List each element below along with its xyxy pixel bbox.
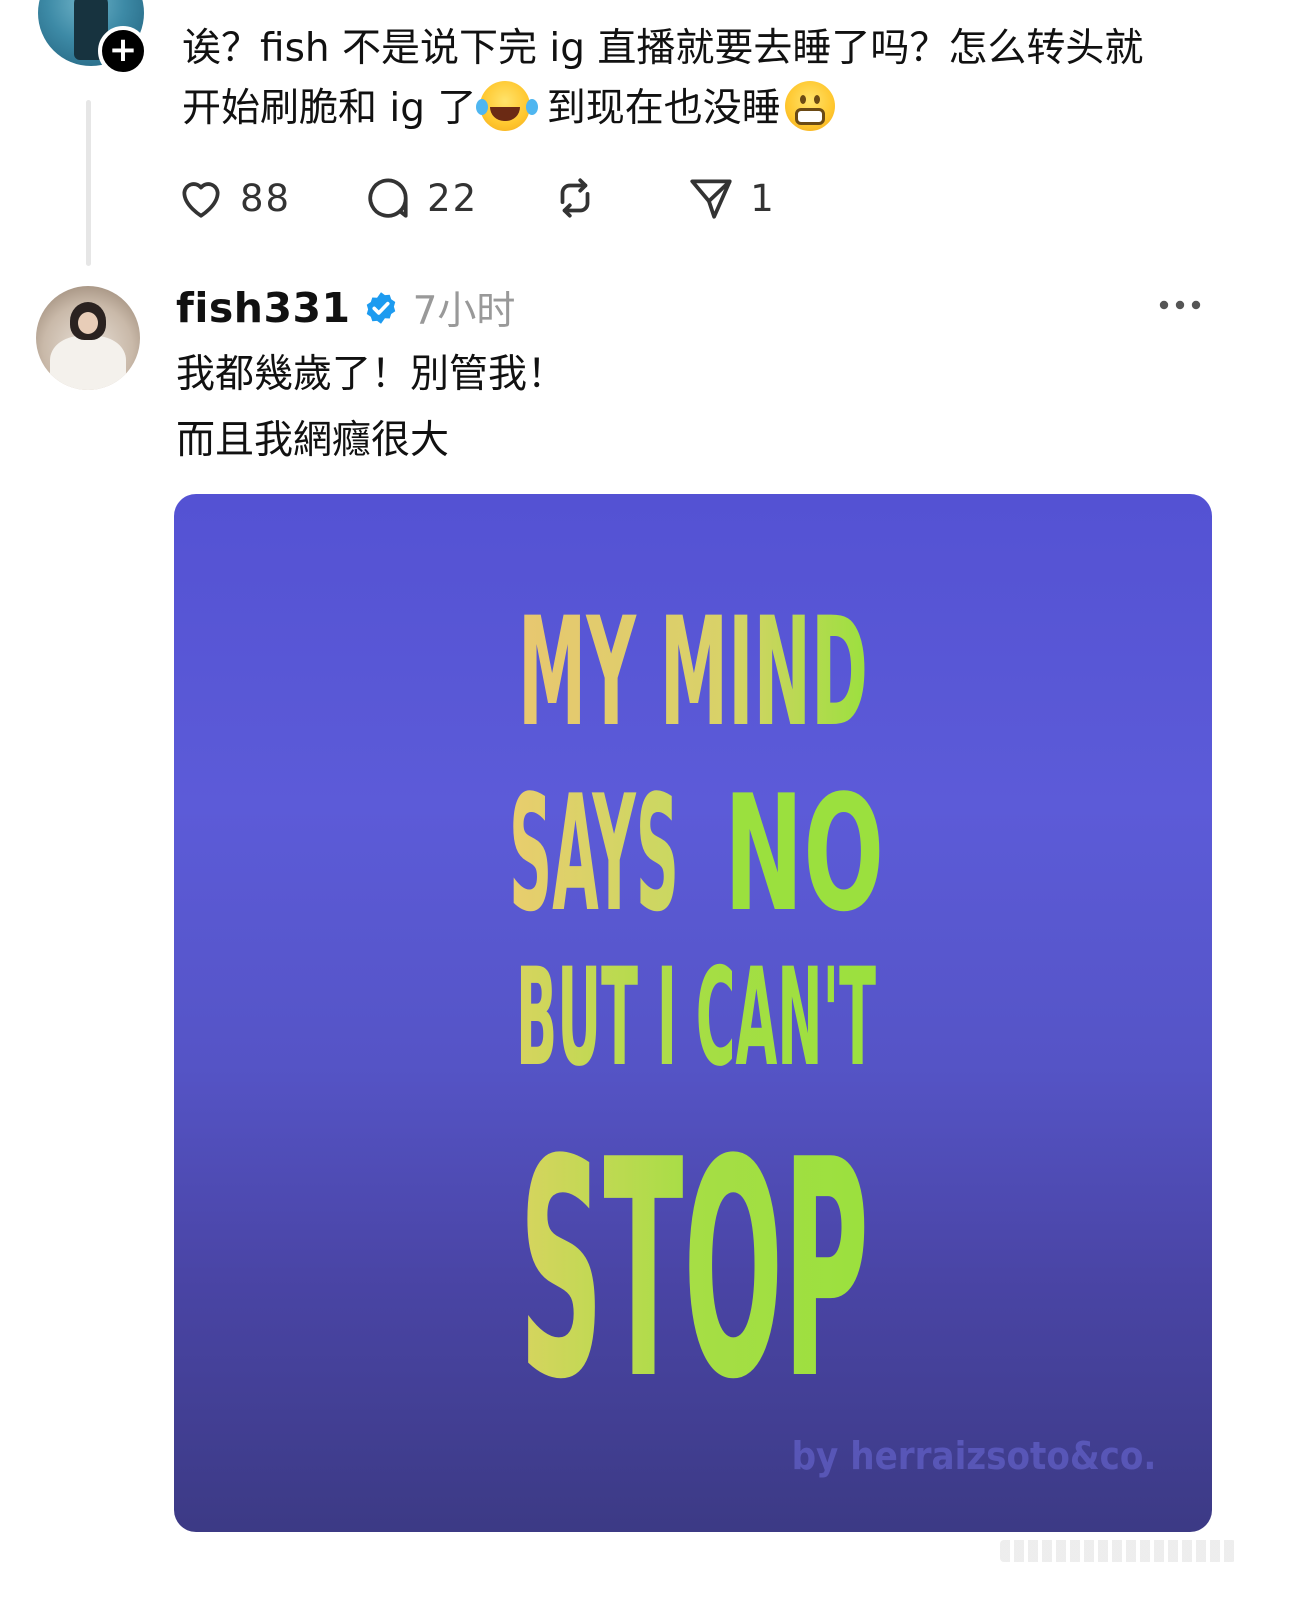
- reply-count: 22: [427, 176, 479, 220]
- reply-username[interactable]: fish331: [176, 284, 351, 332]
- post-actions-bar: 88 22 1: [176, 170, 848, 226]
- reply-text-line1: 我都幾歲了！別管我！: [176, 352, 567, 397]
- verified-badge-icon: [366, 292, 395, 324]
- meme-text-line3: BUT I CAN'T: [516, 939, 876, 1096]
- meme-text-says: SAYS: [509, 760, 679, 947]
- reply-avatar[interactable]: [36, 286, 140, 390]
- like-button[interactable]: 88: [176, 173, 291, 223]
- reply-button[interactable]: 22: [363, 173, 478, 223]
- follow-plus-icon[interactable]: +: [98, 26, 148, 76]
- reply-header: fish331 7小时: [176, 280, 515, 336]
- first-post-text-line2: 开始刷脆和 ig 了 到现在也没睡: [182, 78, 1222, 139]
- heart-icon: [182, 182, 220, 218]
- tears-of-joy-emoji-icon: [476, 81, 531, 131]
- reply-text-line2: 而且我網癮很大: [176, 418, 450, 463]
- grimacing-emoji-icon: [784, 81, 835, 131]
- first-post-text-part-b: 到现在也没睡: [534, 86, 781, 131]
- meme-image-graphic: MY MIND SAYS NO BUT I CAN'T STOP by herr…: [509, 586, 1157, 1478]
- more-options-icon[interactable]: [1156, 290, 1206, 320]
- meme-text-line4: STOP: [519, 1096, 869, 1445]
- repost-button[interactable]: [550, 173, 614, 223]
- reply-image[interactable]: MY MIND SAYS NO BUT I CAN'T STOP by herr…: [174, 494, 1212, 1532]
- first-post-text-line1: 诶？fish 不是说下完 ig 直播就要去睡了吗？怎么转头就: [182, 26, 1144, 71]
- meme-credit-watermark: by herraizsoto&co.: [792, 1434, 1157, 1478]
- first-post-text-part-a: 开始刷脆和 ig 了: [182, 86, 477, 131]
- thread-line: [86, 100, 91, 266]
- platform-watermark: [1000, 1540, 1236, 1562]
- reply-timestamp: 7小时: [412, 289, 516, 334]
- repost-icon: [560, 178, 590, 218]
- comment-bubble-icon: [368, 178, 408, 218]
- send-paper-plane-icon: [690, 179, 732, 219]
- meme-text-no: NO: [724, 760, 884, 947]
- meme-text-line1: MY MIND: [518, 586, 868, 760]
- like-count: 88: [240, 176, 292, 220]
- share-button[interactable]: 1: [686, 173, 776, 223]
- share-count: 1: [750, 176, 776, 220]
